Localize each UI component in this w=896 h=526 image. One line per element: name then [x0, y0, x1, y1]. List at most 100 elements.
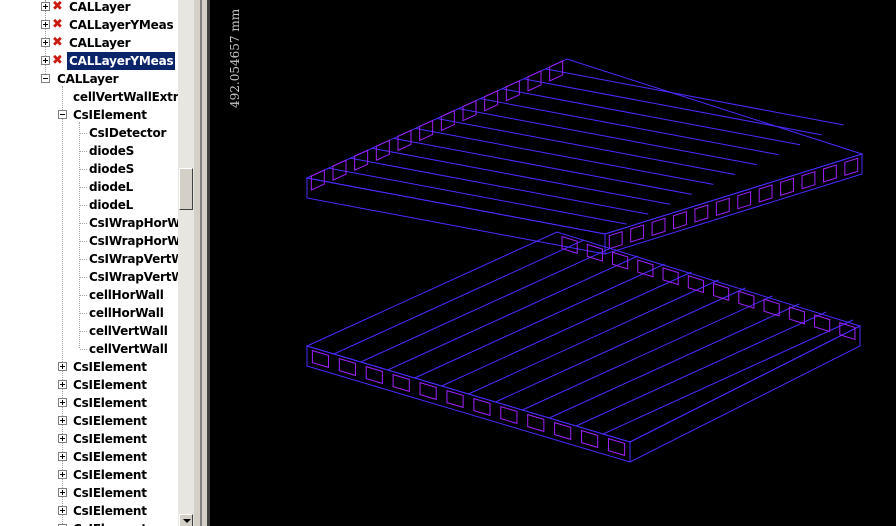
- tree-item[interactable]: diodeS: [0, 142, 178, 160]
- tree-item-callayer[interactable]: ✖ CALLayer: [0, 34, 178, 52]
- tree-item[interactable]: diodeL: [0, 178, 178, 196]
- lower-log-end-cap: [554, 421, 572, 441]
- tree-item[interactable]: CsIElement: [0, 448, 178, 466]
- lower-log-divider: [387, 255, 638, 371]
- tree-item-label: CsIWrapVertWall: [89, 270, 178, 284]
- lower-log-divider: [441, 271, 692, 387]
- lower-log-end-cap: [763, 298, 780, 317]
- tree-branch-line: [80, 331, 87, 332]
- tree-item[interactable]: cellVertWall: [0, 340, 178, 358]
- invisible-toggle-icon[interactable]: ✖: [52, 35, 63, 51]
- upper-log-end-cap: [694, 204, 709, 223]
- scroll-down-arrow-icon[interactable]: [179, 514, 193, 526]
- lower-log-end-cap: [814, 314, 831, 333]
- expand-icon[interactable]: [58, 488, 67, 497]
- lower-log-end-cap: [419, 381, 437, 401]
- tree-item-label: CsIElement: [73, 450, 147, 464]
- expand-icon[interactable]: [58, 506, 67, 515]
- lower-log-end-cap: [500, 405, 518, 425]
- invisible-toggle-icon[interactable]: ✖: [52, 53, 63, 69]
- tree-item[interactable]: CsIDetector: [0, 124, 178, 142]
- lower-log-divider: [549, 303, 800, 419]
- collapse-icon[interactable]: [58, 110, 67, 119]
- upper-log-divider: [501, 88, 801, 146]
- tree-item-label: cellVertWallExtra: [73, 90, 178, 104]
- tree-item-label: cellHorWall: [89, 288, 164, 302]
- collapse-icon[interactable]: [41, 74, 50, 83]
- tree-item-label: CsIElement: [73, 486, 147, 500]
- calorimeter-wireframe: [305, 58, 864, 463]
- expand-icon[interactable]: [58, 452, 67, 461]
- tree-item[interactable]: CsIElement: [0, 466, 178, 484]
- lower-log-divider: [522, 295, 773, 411]
- tree-item-label: diodeS: [89, 144, 135, 158]
- tree-item[interactable]: CsIElement: [0, 358, 178, 376]
- tree-item-label: cellVertWall: [89, 342, 168, 356]
- expand-icon[interactable]: [41, 2, 50, 11]
- tree-item[interactable]: cellVertWall: [0, 322, 178, 340]
- expand-icon[interactable]: [58, 380, 67, 389]
- scale-label: 492.054657 mm: [212, 4, 242, 108]
- tree-item[interactable]: CsIElement: [0, 412, 178, 430]
- expand-icon[interactable]: [41, 56, 50, 65]
- tree-item[interactable]: CsIElement: [0, 106, 178, 124]
- tree-item-label: CALLayer: [69, 0, 131, 14]
- tree-scrollbar[interactable]: [178, 0, 194, 526]
- tree-item-label: diodeL: [89, 180, 134, 194]
- tree-item[interactable]: diodeL: [0, 196, 178, 214]
- upper-log-end-cap: [651, 217, 666, 237]
- expand-icon[interactable]: [41, 38, 50, 47]
- lower-log-end-cap: [637, 259, 654, 278]
- expand-icon[interactable]: [58, 434, 67, 443]
- lower-layer-top: [305, 231, 862, 443]
- upper-log-end-cap: [801, 170, 816, 190]
- splitter-edge: [200, 0, 202, 526]
- tree-item[interactable]: CsIElement: [0, 520, 178, 526]
- tree-item-callayer[interactable]: CALLayer: [0, 70, 178, 88]
- expand-icon[interactable]: [58, 362, 67, 371]
- tree-item[interactable]: CsIElement: [0, 484, 178, 502]
- 3d-geometry-viewer[interactable]: [210, 0, 896, 526]
- tree-item-label: CsIElement: [73, 414, 147, 428]
- tree-item-label: CsIElement: [73, 396, 147, 410]
- tree-item-label: diodeS: [89, 162, 135, 176]
- lower-log-end-cap: [607, 437, 626, 457]
- lower-log-divider: [414, 263, 665, 379]
- tree-item-label: CsIWrapVertWall: [89, 252, 178, 266]
- lower-log-end-cap: [392, 373, 410, 393]
- tree-branch-line: [80, 349, 87, 350]
- upper-log-divider: [523, 78, 822, 136]
- expand-icon[interactable]: [58, 416, 67, 425]
- lower-log-end-cap: [662, 267, 679, 286]
- tree-item-label: cellHorWall: [89, 306, 164, 320]
- tree-item-label: CsIElement: [71, 520, 149, 526]
- tree-item[interactable]: cellVertWallExtra: [0, 88, 178, 106]
- tree-item[interactable]: CsIElement: [0, 502, 178, 520]
- expand-icon[interactable]: [58, 470, 67, 479]
- tree-item[interactable]: ✖ CALLayerYMeas: [0, 52, 178, 70]
- tree-item-callayer[interactable]: ✖ CALLayer: [0, 0, 178, 16]
- tree-item[interactable]: cellHorWall: [0, 304, 178, 322]
- tree-item[interactable]: CsIWrapHorWall: [0, 232, 178, 250]
- tree-item[interactable]: CsIElement: [0, 376, 178, 394]
- expand-icon[interactable]: [41, 20, 50, 29]
- tree-item[interactable]: CsIWrapHorWall: [0, 214, 178, 232]
- geometry-tree[interactable]: ✖ CALLayer ✖ CALLayerYMeas ✖ CALLayer ✖ CALLaye…: [0, 0, 178, 526]
- tree-item[interactable]: CsIElement: [0, 394, 178, 412]
- tree-item[interactable]: CsIElement: [0, 430, 178, 448]
- scrollbar-thumb[interactable]: [179, 168, 193, 210]
- upper-log-end-cap: [822, 164, 837, 183]
- tree-item-label: CsIElement: [73, 360, 147, 374]
- tree-item[interactable]: diodeS: [0, 160, 178, 178]
- tree-item[interactable]: CsIWrapVertWall: [0, 250, 178, 268]
- upper-log-end-cap: [780, 177, 794, 197]
- tree-item[interactable]: cellHorWall: [0, 286, 178, 304]
- tree-branch-line: [80, 223, 87, 224]
- invisible-toggle-icon[interactable]: ✖: [52, 0, 63, 15]
- tree-item[interactable]: ✖ CALLayerYMeas: [0, 16, 178, 34]
- invisible-toggle-icon[interactable]: ✖: [52, 17, 63, 33]
- tree-branch-line: [80, 259, 87, 260]
- expand-icon[interactable]: [58, 398, 67, 407]
- tree-item[interactable]: CsIWrapVertWall: [0, 268, 178, 286]
- lower-log-end-cap: [338, 357, 356, 377]
